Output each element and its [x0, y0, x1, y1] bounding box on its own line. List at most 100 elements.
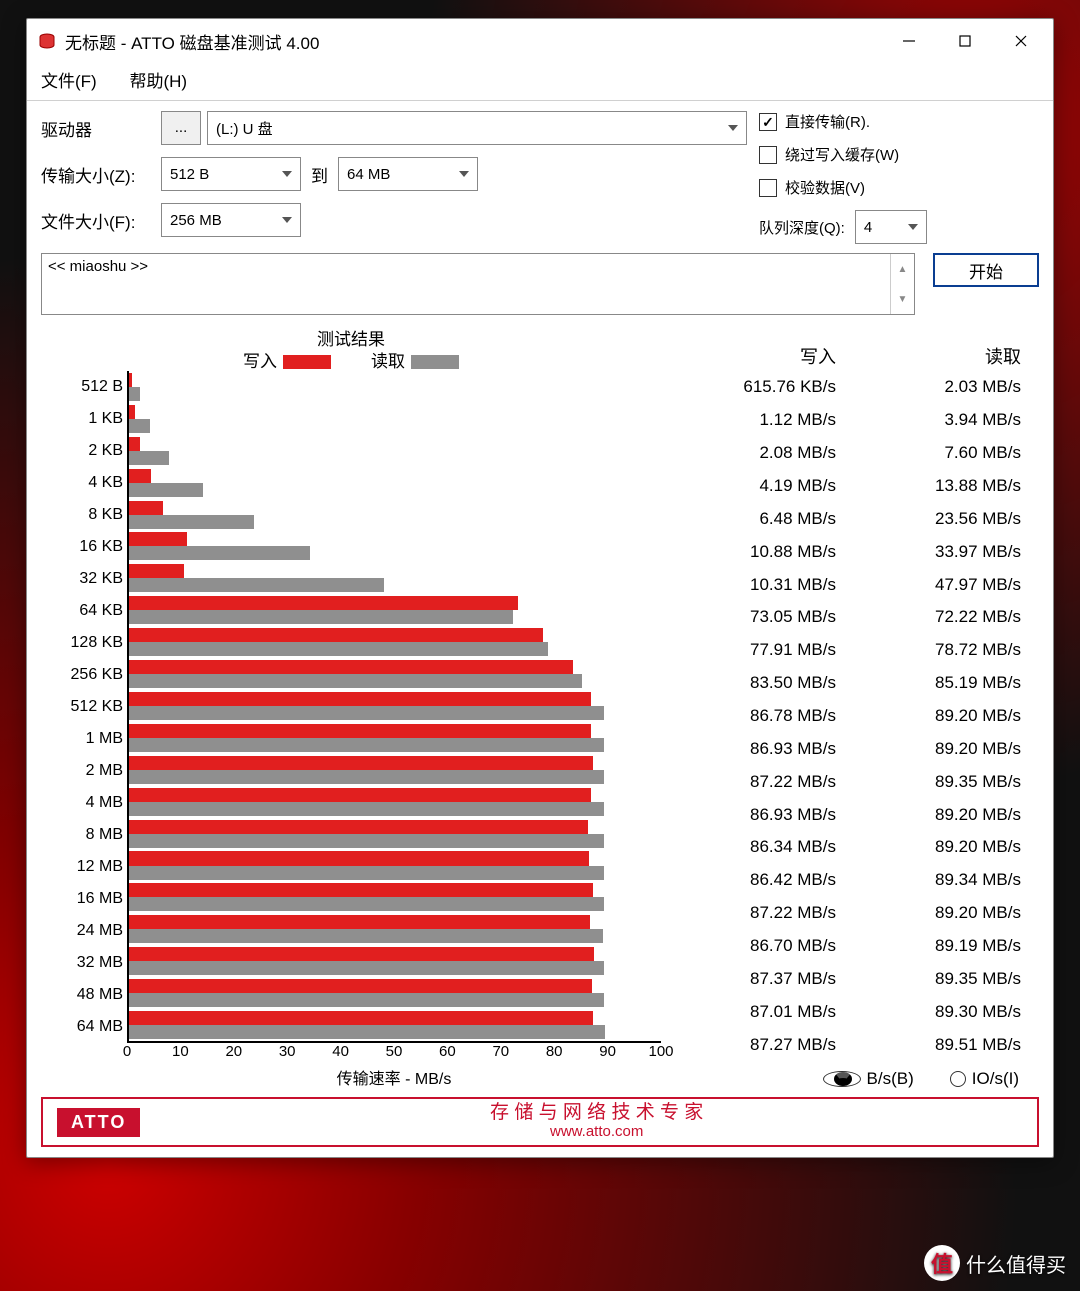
bar-group	[129, 371, 661, 403]
x-tick: 20	[225, 1043, 242, 1060]
bar-group	[129, 977, 661, 1009]
bar-write	[129, 469, 151, 483]
spinner[interactable]: ▲▼	[890, 254, 914, 314]
app-icon	[37, 31, 57, 51]
y-tick: 1 MB	[41, 723, 123, 755]
value-read: 89.35 MB/s	[854, 772, 1039, 792]
legend-swatch-write	[283, 355, 331, 369]
minimize-button[interactable]	[881, 19, 937, 63]
value-read: 89.20 MB/s	[854, 903, 1039, 923]
bar-read	[129, 546, 310, 560]
value-write: 2.08 MB/s	[669, 443, 854, 463]
close-button[interactable]	[993, 19, 1049, 63]
value-write: 10.31 MB/s	[669, 575, 854, 595]
file-size-select[interactable]: 256 MB	[161, 203, 301, 237]
drive-browse-button[interactable]: ...	[161, 111, 201, 145]
transfer-size-to-select[interactable]: 64 MB	[338, 157, 478, 191]
values-row: 2.08 MB/s7.60 MB/s	[669, 437, 1039, 470]
bar-read	[129, 770, 604, 784]
bar-group	[129, 818, 661, 850]
verify-checkbox[interactable]: 校验数据(V)	[759, 177, 1039, 198]
bar-group	[129, 881, 661, 913]
menu-help[interactable]: 帮助(H)	[129, 67, 187, 92]
value-write: 86.34 MB/s	[669, 837, 854, 857]
bar-read	[129, 993, 604, 1007]
y-tick: 48 MB	[41, 979, 123, 1011]
unit-bs-radio[interactable]: B/s(B)	[823, 1069, 914, 1089]
values-row: 615.76 KB/s2.03 MB/s	[669, 371, 1039, 404]
bar-read	[129, 738, 604, 752]
bar-write	[129, 915, 590, 929]
menubar: 文件(F) 帮助(H)	[27, 63, 1053, 100]
transfer-size-label: 传输大小(Z):	[41, 162, 161, 187]
bar-write	[129, 788, 591, 802]
value-write: 6.48 MB/s	[669, 509, 854, 529]
bar-group	[129, 786, 661, 818]
bar-read	[129, 866, 604, 880]
y-tick: 32 KB	[41, 563, 123, 595]
atto-logo: ATTO	[57, 1108, 140, 1137]
bar-read	[129, 419, 150, 433]
description-input[interactable]: << miaoshu >> ▲▼	[41, 253, 915, 315]
bar-read	[129, 929, 603, 943]
value-write: 4.19 MB/s	[669, 476, 854, 496]
y-tick: 1 KB	[41, 403, 123, 435]
values-row: 87.22 MB/s89.20 MB/s	[669, 897, 1039, 930]
value-write: 87.01 MB/s	[669, 1002, 854, 1022]
maximize-button[interactable]	[937, 19, 993, 63]
value-read: 89.20 MB/s	[854, 739, 1039, 759]
queue-depth-select[interactable]: 4	[855, 210, 927, 244]
value-write: 86.70 MB/s	[669, 936, 854, 956]
bar-group	[129, 913, 661, 945]
values-row: 86.34 MB/s89.20 MB/s	[669, 831, 1039, 864]
bar-group	[129, 722, 661, 754]
bypass-cache-checkbox[interactable]: 绕过写入缓存(W)	[759, 144, 1039, 165]
values-row: 4.19 MB/s13.88 MB/s	[669, 470, 1039, 503]
y-tick: 12 MB	[41, 851, 123, 883]
bar-group	[129, 754, 661, 786]
bar-group	[129, 531, 661, 563]
bar-read	[129, 802, 604, 816]
chart-legend: 写入 读取	[41, 347, 661, 371]
bar-read	[129, 451, 169, 465]
values-row: 77.91 MB/s78.72 MB/s	[669, 634, 1039, 667]
bar-group	[129, 658, 661, 690]
queue-depth-label: 队列深度(Q):	[759, 217, 845, 238]
y-tick: 64 MB	[41, 1011, 123, 1043]
y-tick: 2 KB	[41, 435, 123, 467]
app-window: 无标题 - ATTO 磁盘基准测试 4.00 文件(F) 帮助(H) 驱动器 .…	[26, 18, 1054, 1158]
titlebar[interactable]: 无标题 - ATTO 磁盘基准测试 4.00	[27, 19, 1053, 63]
value-read: 89.20 MB/s	[854, 706, 1039, 726]
value-write: 87.22 MB/s	[669, 772, 854, 792]
menu-file[interactable]: 文件(F)	[41, 67, 97, 92]
value-write: 87.27 MB/s	[669, 1035, 854, 1055]
value-read: 89.35 MB/s	[854, 969, 1039, 989]
window-title: 无标题 - ATTO 磁盘基准测试 4.00	[65, 29, 881, 54]
direct-io-checkbox[interactable]: ✓直接传输(R).	[759, 111, 1039, 132]
bar-write	[129, 724, 591, 738]
value-write: 87.37 MB/s	[669, 969, 854, 989]
y-tick: 128 KB	[41, 627, 123, 659]
chevron-up-icon[interactable]: ▲	[891, 254, 914, 284]
drive-select[interactable]: (L:) U 盘	[207, 111, 747, 145]
transfer-size-from-select[interactable]: 512 B	[161, 157, 301, 191]
start-button[interactable]: 开始	[933, 253, 1039, 287]
bar-group	[129, 562, 661, 594]
bar-read	[129, 610, 513, 624]
x-tick: 0	[123, 1043, 131, 1060]
value-read: 89.20 MB/s	[854, 837, 1039, 857]
value-write: 10.88 MB/s	[669, 542, 854, 562]
bar-group	[129, 626, 661, 658]
watermark-icon: 值	[924, 1245, 960, 1281]
chevron-down-icon[interactable]: ▼	[891, 284, 914, 314]
chart-plot	[127, 371, 661, 1043]
watermark: 值 什么值得买	[924, 1245, 1066, 1281]
value-read: 2.03 MB/s	[854, 377, 1039, 397]
checkbox-icon	[759, 146, 777, 164]
value-read: 72.22 MB/s	[854, 607, 1039, 627]
unit-ios-radio[interactable]: IO/s(I)	[950, 1069, 1019, 1089]
bar-write	[129, 660, 573, 674]
x-tick: 40	[332, 1043, 349, 1060]
value-write: 86.93 MB/s	[669, 805, 854, 825]
value-write: 86.78 MB/s	[669, 706, 854, 726]
